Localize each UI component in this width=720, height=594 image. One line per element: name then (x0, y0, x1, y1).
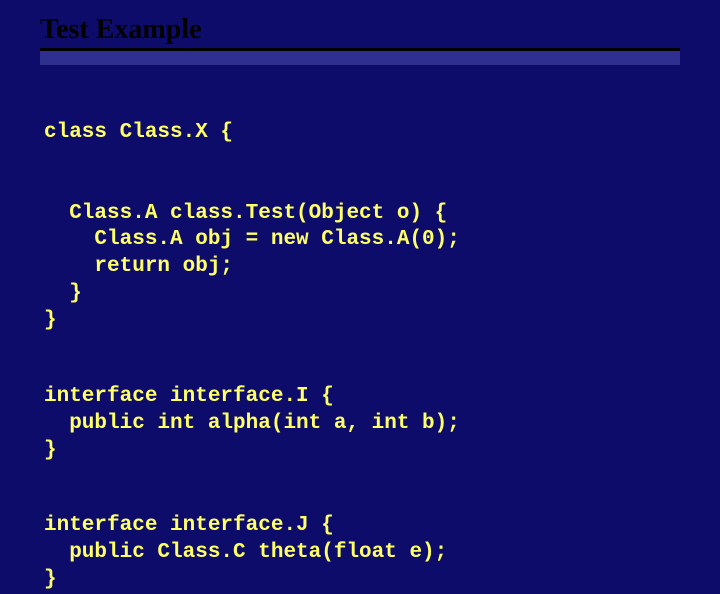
code-block-interfacej: interface interface.J { public Class.C t… (40, 486, 680, 594)
code-line: } (44, 309, 57, 332)
code-line: public int alpha(int a, int b); (44, 412, 460, 435)
code-line: class Class.X { (44, 121, 233, 144)
slide-title: Test Example (40, 14, 680, 51)
code-block-interfacei: interface interface.I { public int alpha… (40, 357, 680, 465)
code-line: interface interface.J { (44, 514, 334, 537)
code-line: Class.A class.Test(Object o) { (44, 202, 447, 225)
code-line: Class.A obj = new Class.A(0); (44, 228, 460, 251)
code-line: return obj; (44, 255, 233, 278)
code-line: interface interface.I { (44, 385, 334, 408)
code-line: public Class.C theta(float e); (44, 541, 447, 564)
code-line: } (44, 568, 57, 591)
title-underline-bar (40, 51, 680, 65)
slide: Test Example class Class.X { Class.A cla… (0, 0, 720, 540)
code-line: } (44, 439, 57, 462)
code-line: } (44, 282, 82, 305)
code-block-classx: class Class.X { Class.A class.Test(Objec… (40, 93, 680, 335)
